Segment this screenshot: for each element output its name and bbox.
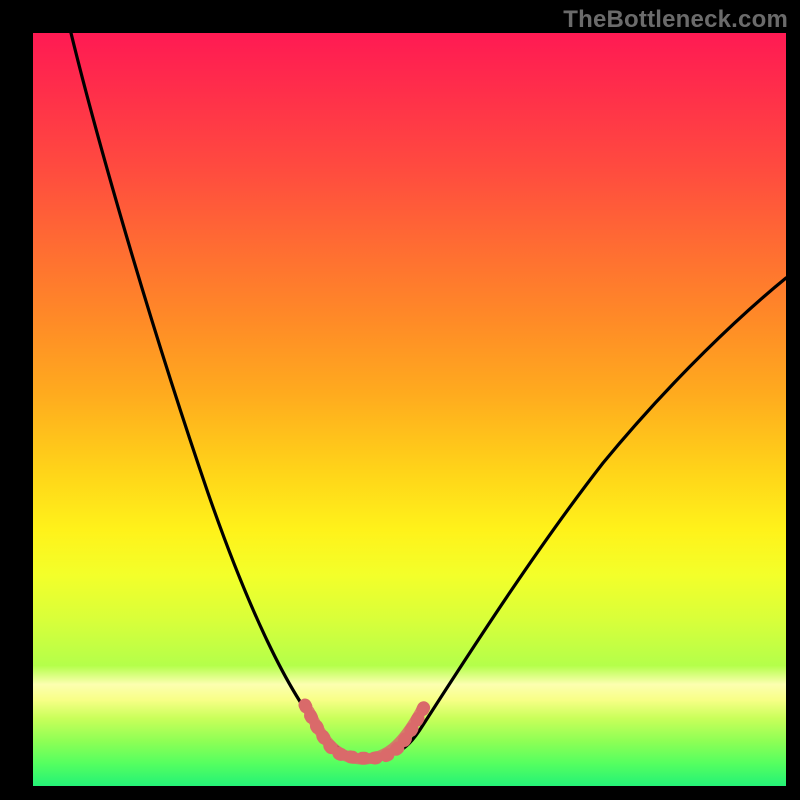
trough-accent-underlay xyxy=(309,711,421,759)
curve-layer xyxy=(33,33,786,786)
outer-frame: TheBottleneck.com xyxy=(0,0,800,800)
watermark-text: TheBottleneck.com xyxy=(563,6,788,34)
main-curve xyxy=(71,33,786,757)
